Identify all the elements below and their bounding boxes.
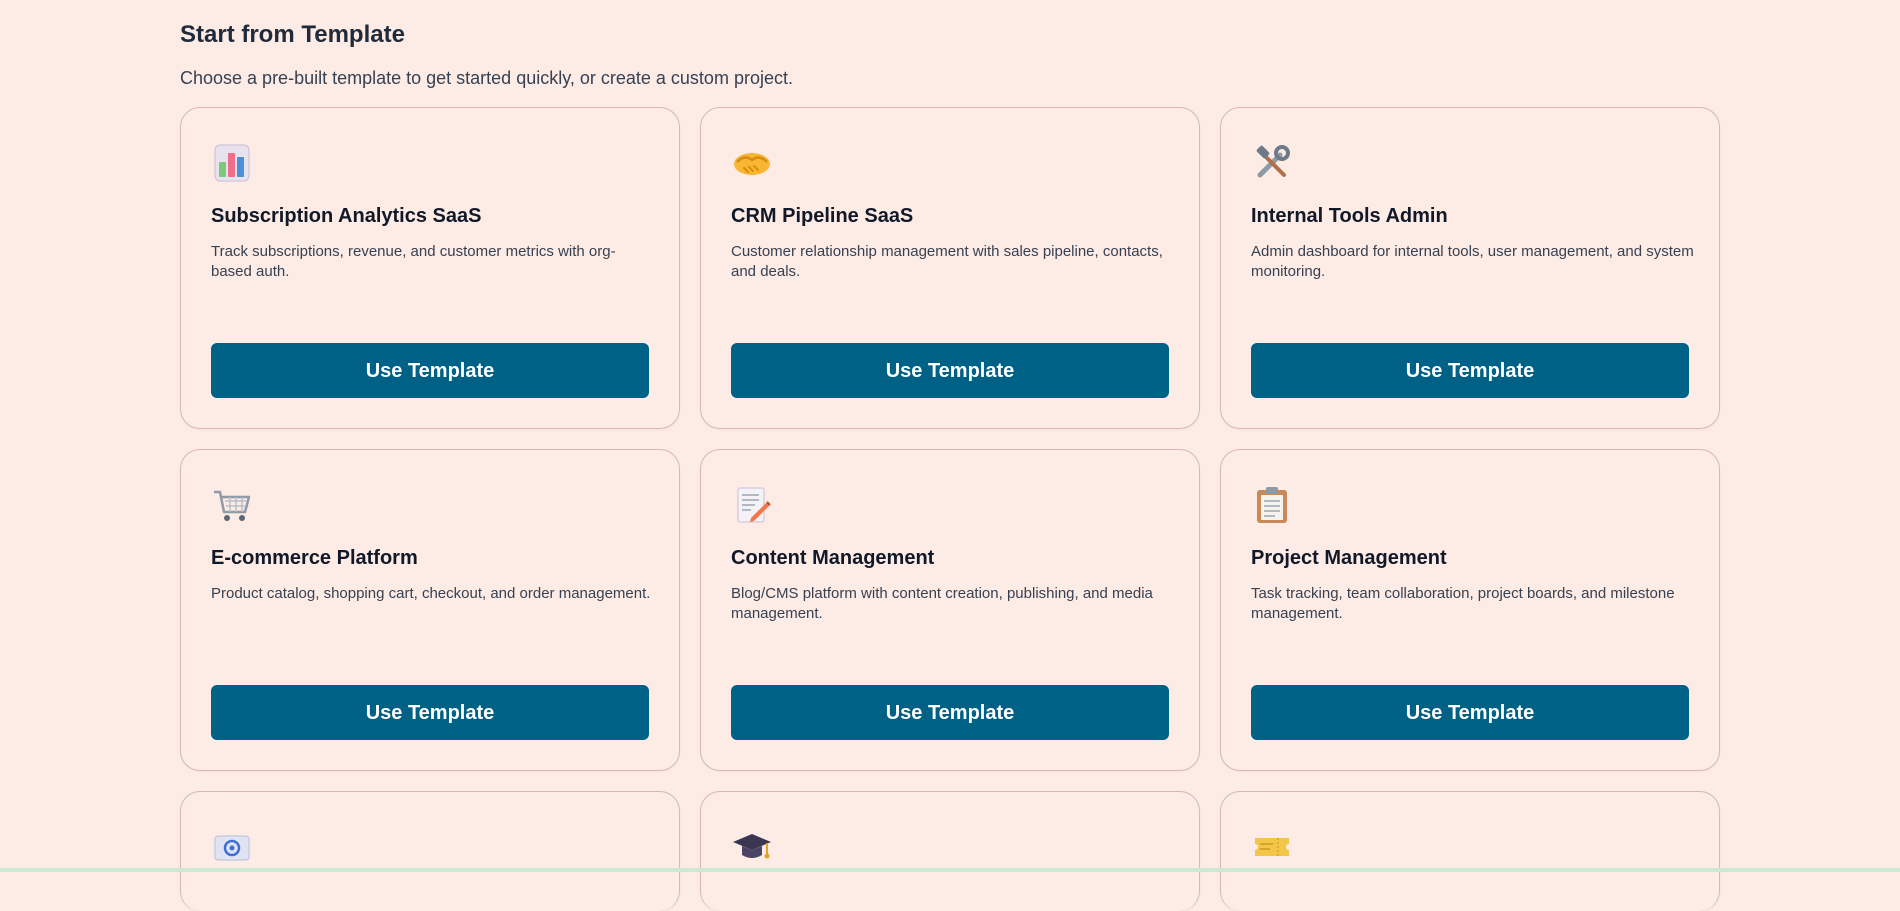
template-card-subscription-analytics: Subscription Analytics SaaS Track subscr… (180, 107, 680, 429)
clipboard-icon (1251, 484, 1293, 526)
template-description: Blog/CMS platform with content creation,… (731, 585, 1153, 622)
ticket-icon (1251, 826, 1293, 868)
template-card-crm-pipeline: CRM Pipeline SaaS Customer relationship … (700, 107, 1200, 429)
use-template-button[interactable]: Use Template (211, 343, 649, 398)
section-title: Start from Template (180, 21, 405, 48)
template-title: CRM Pipeline SaaS (731, 205, 914, 227)
use-template-button[interactable]: Use Template (731, 685, 1169, 740)
handshake-icon (731, 142, 773, 184)
shopping-cart-icon (211, 484, 253, 526)
use-template-button[interactable]: Use Template (1251, 343, 1689, 398)
template-card-internal-tools: Internal Tools Admin Admin dashboard for… (1220, 107, 1720, 429)
template-description: Customer relationship management with sa… (731, 243, 1163, 280)
template-card-partial (700, 791, 1200, 911)
template-title: Subscription Analytics SaaS (211, 205, 482, 227)
template-grid: Subscription Analytics SaaS Track subscr… (180, 107, 1720, 911)
template-title: Content Management (731, 547, 935, 569)
template-description: Product catalog, shopping cart, checkout… (211, 585, 651, 602)
use-template-button[interactable]: Use Template (731, 343, 1169, 398)
template-description: Track subscriptions, revenue, and custom… (211, 243, 616, 280)
tools-icon (1251, 142, 1293, 184)
template-card-content-management: Content Management Blog/CMS platform wit… (700, 449, 1200, 771)
template-card-partial (1220, 791, 1720, 911)
template-card-ecommerce: E-commerce Platform Product catalog, sho… (180, 449, 680, 771)
use-template-button[interactable]: Use Template (211, 685, 649, 740)
use-template-button[interactable]: Use Template (1251, 685, 1689, 740)
template-card-partial (180, 791, 680, 911)
bar-chart-icon (211, 142, 253, 184)
section-subtitle: Choose a pre-built template to get start… (180, 68, 793, 88)
template-description: Admin dashboard for internal tools, user… (1251, 243, 1694, 280)
email-icon (211, 826, 253, 868)
template-title: E-commerce Platform (211, 547, 418, 569)
template-title: Internal Tools Admin (1251, 205, 1448, 227)
template-description: Task tracking, team collaboration, proje… (1251, 585, 1675, 622)
graduation-cap-icon (731, 826, 773, 868)
bottom-divider (0, 868, 1900, 872)
memo-icon (731, 484, 773, 526)
template-card-project-management: Project Management Task tracking, team c… (1220, 449, 1720, 771)
templates-section-header: Start from Template Choose a pre-built t… (180, 18, 1720, 90)
template-title: Project Management (1251, 547, 1447, 569)
